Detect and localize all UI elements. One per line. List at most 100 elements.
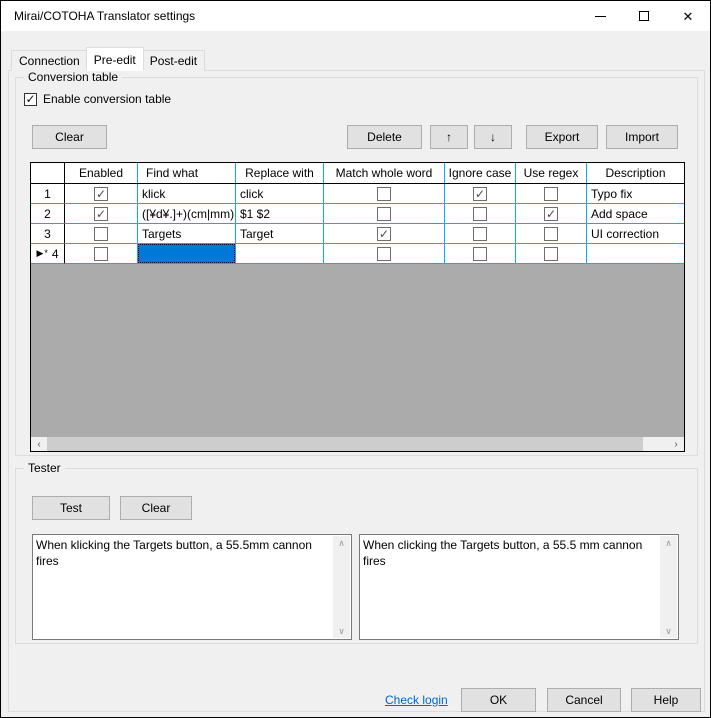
cell-find-what-3[interactable]: Targets: [138, 224, 236, 244]
match-whole-word-checkbox[interactable]: [377, 207, 391, 221]
use-regex-checkbox[interactable]: [544, 247, 558, 261]
cell-match-whole-word-4[interactable]: [324, 244, 445, 264]
use-regex-checkbox[interactable]: [544, 227, 558, 241]
cell-use-regex-1[interactable]: [516, 184, 587, 204]
cell-text: Add space: [591, 207, 648, 221]
grid-header-row: Enabled Find what Replace with Match who…: [31, 163, 684, 184]
cell-ignore-case-3[interactable]: [445, 224, 516, 244]
enabled-checkbox[interactable]: [94, 247, 108, 261]
help-button[interactable]: Help: [631, 688, 701, 712]
match-whole-word-checkbox[interactable]: ✓: [377, 227, 391, 241]
cell-use-regex-4[interactable]: [516, 244, 587, 264]
cell-use-regex-2[interactable]: ✓: [516, 204, 587, 224]
minimize-button[interactable]: [578, 1, 622, 31]
ignore-case-checkbox[interactable]: ✓: [473, 187, 487, 201]
cell-enabled-1[interactable]: ✓: [65, 184, 138, 204]
test-button[interactable]: Test: [32, 496, 110, 520]
clear-table-button[interactable]: Clear: [32, 125, 107, 149]
scroll-up-icon[interactable]: ∧: [338, 536, 345, 550]
cell-description-2[interactable]: Add space: [587, 204, 684, 224]
use-regex-checkbox[interactable]: [544, 187, 558, 201]
row-header-1[interactable]: 1: [31, 184, 65, 204]
cell-description-4[interactable]: [587, 244, 684, 264]
scrollbar-track[interactable]: [643, 437, 668, 451]
tester-clear-button[interactable]: Clear: [120, 496, 192, 520]
move-up-button[interactable]: ↑: [430, 125, 468, 149]
header-replace-with[interactable]: Replace with: [236, 163, 324, 183]
cell-description-3[interactable]: UI correction: [587, 224, 684, 244]
grid-empty-area: [31, 264, 684, 437]
enabled-checkbox[interactable]: ✓: [94, 207, 108, 221]
row-header-4[interactable]: ▶*4: [31, 244, 65, 264]
tab-post-edit[interactable]: Post-edit: [142, 50, 205, 71]
scrollbar-thumb[interactable]: [47, 437, 643, 451]
tester-output-scrollbar[interactable]: ∧ ∨: [660, 536, 677, 638]
maximize-button[interactable]: [622, 1, 666, 31]
export-button[interactable]: Export: [526, 125, 598, 149]
cell-find-what-2[interactable]: ([¥d¥.]+)(cm|mm): [138, 204, 236, 224]
cell-description-1[interactable]: Typo fix: [587, 184, 684, 204]
row-header-2[interactable]: 2: [31, 204, 65, 224]
tab-connection[interactable]: Connection: [11, 50, 88, 71]
row-number: 4: [52, 247, 59, 261]
close-button[interactable]: ✕: [666, 1, 710, 31]
import-button[interactable]: Import: [606, 125, 678, 149]
cell-replace-with-3[interactable]: Target: [236, 224, 324, 244]
enable-conversion-checkbox[interactable]: ✓: [24, 93, 37, 106]
cell-replace-with-1[interactable]: click: [236, 184, 324, 204]
move-down-button[interactable]: ↓: [474, 125, 512, 149]
cell-enabled-3[interactable]: [65, 224, 138, 244]
header-find-what[interactable]: Find what: [138, 163, 236, 183]
cell-match-whole-word-2[interactable]: [324, 204, 445, 224]
scroll-down-icon[interactable]: ∨: [338, 624, 345, 638]
cell-ignore-case-4[interactable]: [445, 244, 516, 264]
ok-button[interactable]: OK: [461, 688, 536, 712]
tab-pre-edit[interactable]: Pre-edit: [86, 47, 144, 71]
cell-ignore-case-2[interactable]: [445, 204, 516, 224]
tester-input-textarea[interactable]: When klicking the Targets button, a 55.5…: [32, 534, 352, 640]
row-number: 3: [44, 227, 51, 241]
row-header-3[interactable]: 3: [31, 224, 65, 244]
match-whole-word-checkbox[interactable]: [377, 187, 391, 201]
close-icon: ✕: [683, 10, 694, 23]
title-bar: Mirai/COTOHA Translator settings ✕: [1, 1, 710, 31]
header-enabled[interactable]: Enabled: [65, 163, 138, 183]
tab-strip: Connection Pre-edit Post-edit: [11, 47, 205, 71]
header-corner[interactable]: [31, 163, 65, 183]
scroll-left-icon[interactable]: ‹: [31, 437, 47, 451]
table-row-3: 3 Targets Target ✓ UI correction: [31, 224, 684, 244]
enabled-checkbox[interactable]: ✓: [94, 187, 108, 201]
tester-group: Tester Test Clear When klicking the Targ…: [15, 468, 698, 644]
cell-use-regex-3[interactable]: [516, 224, 587, 244]
cell-ignore-case-1[interactable]: ✓: [445, 184, 516, 204]
cell-find-what-1[interactable]: klick: [138, 184, 236, 204]
tester-output-textarea[interactable]: When clicking the Targets button, a 55.5…: [359, 534, 679, 640]
header-use-regex[interactable]: Use regex: [516, 163, 587, 183]
tester-input-scrollbar[interactable]: ∧ ∨: [333, 536, 350, 638]
ignore-case-checkbox[interactable]: [473, 227, 487, 241]
match-whole-word-checkbox[interactable]: [377, 247, 391, 261]
cell-match-whole-word-3[interactable]: ✓: [324, 224, 445, 244]
scroll-right-icon[interactable]: ›: [668, 437, 684, 451]
ignore-case-checkbox[interactable]: [473, 207, 487, 221]
header-ignore-case[interactable]: Ignore case: [445, 163, 516, 183]
ignore-case-checkbox[interactable]: [473, 247, 487, 261]
cell-find-what-4-selected[interactable]: [138, 244, 236, 264]
cell-enabled-2[interactable]: ✓: [65, 204, 138, 224]
header-description[interactable]: Description: [587, 163, 684, 183]
header-match-whole-word[interactable]: Match whole word: [324, 163, 445, 183]
settings-dialog: Mirai/COTOHA Translator settings ✕ Conne…: [0, 0, 711, 718]
grid-horizontal-scrollbar[interactable]: ‹ ›: [31, 437, 684, 451]
cancel-button[interactable]: Cancel: [547, 688, 621, 712]
cell-match-whole-word-1[interactable]: [324, 184, 445, 204]
enabled-checkbox[interactable]: [94, 227, 108, 241]
scroll-up-icon[interactable]: ∧: [665, 536, 672, 550]
minimize-icon: [595, 16, 606, 17]
cell-replace-with-4[interactable]: [236, 244, 324, 264]
delete-button[interactable]: Delete: [347, 125, 422, 149]
use-regex-checkbox[interactable]: ✓: [544, 207, 558, 221]
cell-replace-with-2[interactable]: $1 $2: [236, 204, 324, 224]
check-login-link[interactable]: Check login: [385, 693, 448, 707]
cell-enabled-4[interactable]: [65, 244, 138, 264]
scroll-down-icon[interactable]: ∨: [665, 624, 672, 638]
